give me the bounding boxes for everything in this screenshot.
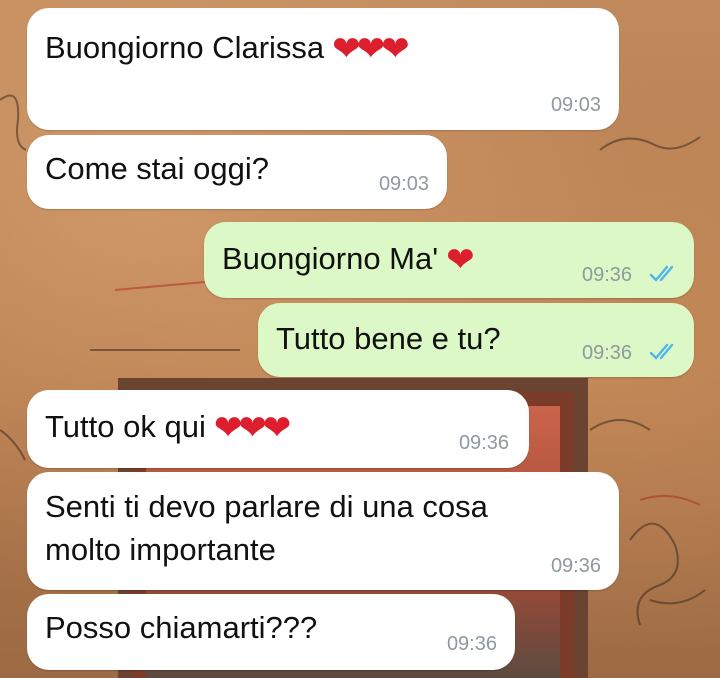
message-text-body: Buongiorno Ma'	[222, 241, 439, 276]
double-check-read-icon	[649, 343, 674, 360]
message-timestamp: 09:03	[378, 173, 429, 195]
heart-emoji: ❤❤❤	[213, 409, 291, 447]
message-timestamp: 09:36	[550, 555, 601, 577]
double-check-read-icon	[649, 265, 674, 282]
message-text: Posso chiamarti???	[45, 610, 318, 645]
message-text-line-2: molto importante	[45, 532, 276, 567]
message-timestamp: 09:03	[550, 94, 601, 116]
heart-emoji: ❤	[446, 241, 474, 279]
heart-emoji: ❤❤❤	[332, 30, 409, 68]
message-bubble-incoming[interactable]: Come stai oggi? 09:03	[27, 135, 447, 209]
message-text: Buongiorno Ma' ❤	[222, 239, 475, 280]
message-timestamp: 09:36	[446, 633, 497, 655]
message-bubble-outgoing[interactable]: Tutto bene e tu? 09:36	[258, 303, 694, 377]
message-timestamp: 09:36	[582, 264, 633, 286]
message-text: Tutto ok qui ❤❤❤	[45, 407, 291, 448]
message-bubble-incoming[interactable]: Posso chiamarti??? 09:36	[27, 594, 515, 670]
message-text-line-1: Senti ti devo parlare di una cosa	[45, 489, 488, 524]
message-bubble-incoming[interactable]: Tutto ok qui ❤❤❤ 09:36	[27, 390, 529, 468]
message-timestamp: 09:36	[458, 432, 509, 454]
message-timestamp: 09:36	[582, 342, 633, 364]
message-bubble-incoming[interactable]: Buongiorno Clarissa ❤❤❤ 09:03	[27, 8, 619, 130]
message-text: Tutto bene e tu?	[276, 321, 501, 356]
message-text-body: Buongiorno Clarissa	[45, 30, 325, 65]
message-bubble-incoming[interactable]: Senti ti devo parlare di una cosa molto …	[27, 472, 619, 590]
message-text: Come stai oggi?	[45, 151, 270, 186]
message-bubble-outgoing[interactable]: Buongiorno Ma' ❤ 09:36	[204, 222, 694, 298]
message-text-body: Tutto ok qui	[45, 409, 206, 444]
message-text: Buongiorno Clarissa ❤❤❤	[45, 28, 410, 69]
